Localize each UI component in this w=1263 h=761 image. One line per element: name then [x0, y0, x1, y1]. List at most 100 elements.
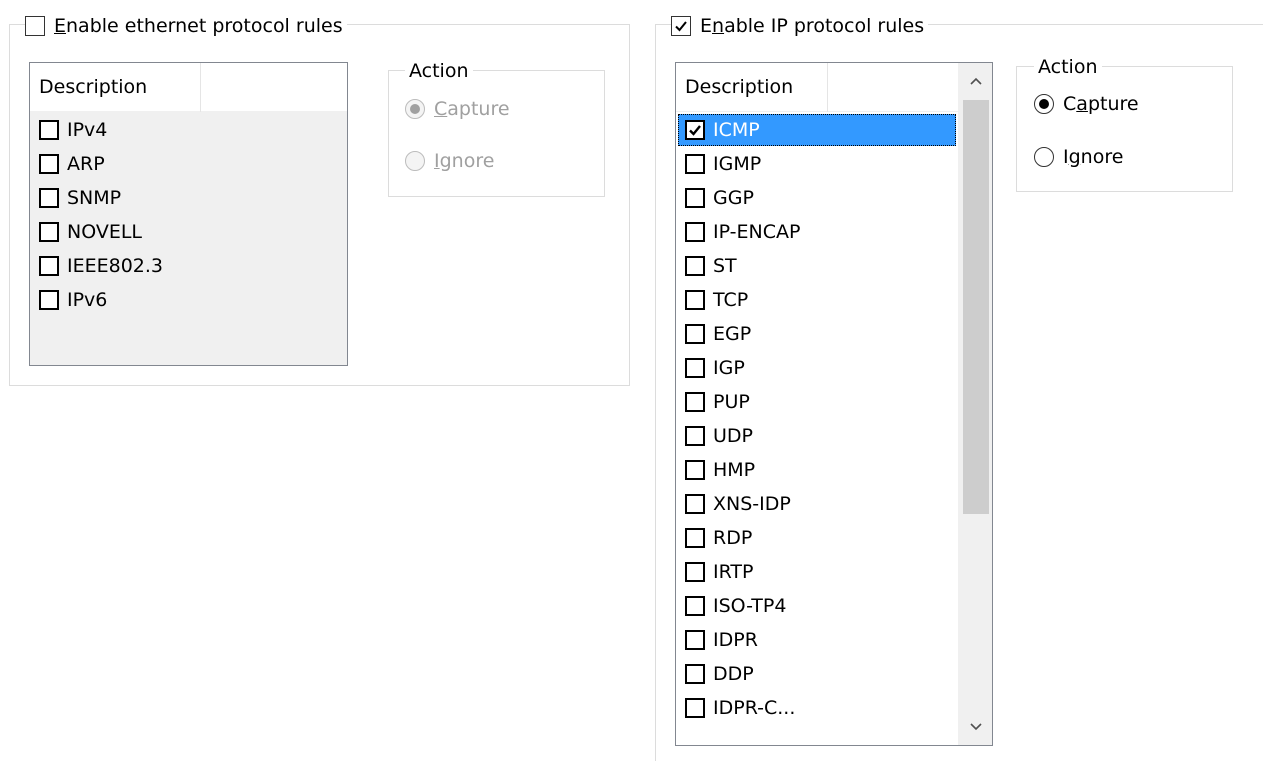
- radio-selected-dot: [410, 104, 420, 114]
- list-item[interactable]: UDP: [678, 420, 956, 452]
- item-label: IGMP: [713, 153, 762, 175]
- list-item[interactable]: SNMP: [32, 182, 192, 214]
- item-checkbox[interactable]: [685, 392, 705, 412]
- item-label: ARP: [67, 153, 105, 175]
- item-checkbox[interactable]: [685, 256, 705, 276]
- ip-capture-radio[interactable]: Capture: [1034, 91, 1139, 117]
- list-item[interactable]: EGP: [678, 318, 956, 350]
- ethernet-enable-checkbox-box[interactable]: [25, 16, 45, 36]
- enable-ethernet-rules-checkbox[interactable]: Enable ethernet protocol rules: [25, 14, 347, 38]
- chevron-down-icon: [970, 723, 982, 731]
- ethernet-capture-radio[interactable]: Capture: [405, 96, 510, 122]
- list-item[interactable]: ARP: [32, 148, 192, 180]
- list-item[interactable]: IPv6: [32, 284, 192, 316]
- list-item[interactable]: GGP: [678, 182, 956, 214]
- item-label: SNMP: [67, 187, 122, 209]
- chevron-up-icon: [970, 77, 982, 85]
- item-checkbox[interactable]: [39, 188, 59, 208]
- item-checkbox[interactable]: [39, 222, 59, 242]
- list-item[interactable]: IDPR-C...: [678, 692, 956, 724]
- item-checkbox[interactable]: [685, 426, 705, 446]
- list-item[interactable]: NOVELL: [32, 216, 192, 248]
- list-item[interactable]: ST: [678, 250, 956, 282]
- item-label: IPv6: [67, 289, 108, 311]
- item-checkbox[interactable]: [685, 664, 705, 684]
- list-item[interactable]: IDPR: [678, 624, 956, 656]
- item-checkbox[interactable]: [39, 256, 59, 276]
- checkmark-icon: [675, 21, 687, 32]
- radio-button[interactable]: [1034, 94, 1054, 114]
- list-item[interactable]: ISO-TP4: [678, 590, 956, 622]
- list-item[interactable]: TCP: [678, 284, 956, 316]
- item-checkbox[interactable]: [685, 358, 705, 378]
- item-label: IRTP: [713, 561, 754, 583]
- enable-ip-rules-checkbox[interactable]: Enable IP protocol rules: [671, 14, 929, 38]
- radio-button[interactable]: [1034, 147, 1054, 167]
- item-label: XNS-IDP: [713, 493, 791, 515]
- ignore-label: Ignore: [434, 150, 495, 172]
- item-label: RDP: [713, 527, 753, 549]
- radio-button[interactable]: [405, 99, 425, 119]
- item-checkbox[interactable]: [39, 120, 59, 140]
- scroll-up-button[interactable]: [959, 63, 992, 99]
- item-checkbox[interactable]: [685, 494, 705, 514]
- item-checkbox[interactable]: [685, 528, 705, 548]
- item-label: EGP: [713, 323, 752, 345]
- item-label: GGP: [713, 187, 754, 209]
- list-item[interactable]: IPv4: [32, 114, 192, 146]
- enable-ethernet-rules-label: Enable ethernet protocol rules: [54, 15, 343, 37]
- enable-ip-rules-label: Enable IP protocol rules: [700, 15, 925, 37]
- item-label: IPv4: [67, 119, 108, 141]
- ethernet-protocol-list[interactable]: Description IPv4 ARP SNMP NOVELL IEEE802.3 IP…: [29, 62, 348, 366]
- radio-selected-dot: [1039, 99, 1049, 109]
- item-checkbox[interactable]: [685, 120, 705, 140]
- list-item[interactable]: XNS-IDP: [678, 488, 956, 520]
- checkmark-icon: [689, 125, 701, 136]
- item-checkbox[interactable]: [685, 290, 705, 310]
- list-item[interactable]: IP-ENCAP: [678, 216, 956, 248]
- item-checkbox[interactable]: [39, 290, 59, 310]
- ignore-label: Ignore: [1063, 146, 1124, 168]
- item-label: ISO-TP4: [713, 595, 787, 617]
- ip-enable-checkbox-box[interactable]: [671, 16, 691, 36]
- ip-ignore-radio[interactable]: Ignore: [1034, 144, 1123, 170]
- list-item[interactable]: DDP: [678, 658, 956, 690]
- ip-protocol-list[interactable]: Description ICMP IGMP GGP IP-ENCAP ST TCP EGP I…: [675, 62, 993, 746]
- item-checkbox[interactable]: [685, 630, 705, 650]
- list-item[interactable]: IGP: [678, 352, 956, 384]
- radio-button[interactable]: [405, 151, 425, 171]
- item-checkbox[interactable]: [685, 222, 705, 242]
- list-item[interactable]: PUP: [678, 386, 956, 418]
- scroll-thumb[interactable]: [963, 100, 989, 514]
- item-checkbox[interactable]: [685, 698, 705, 718]
- description-column-header[interactable]: Description: [30, 63, 200, 112]
- list-item[interactable]: RDP: [678, 522, 956, 554]
- list-item[interactable]: HMP: [678, 454, 956, 486]
- vertical-scrollbar[interactable]: [958, 63, 992, 745]
- list-item[interactable]: IEEE802.3: [32, 250, 192, 282]
- item-checkbox[interactable]: [685, 154, 705, 174]
- item-checkbox[interactable]: [39, 154, 59, 174]
- item-label: ICMP: [713, 119, 760, 141]
- list-item[interactable]: IGMP: [678, 148, 956, 180]
- description-column-header[interactable]: Description: [676, 63, 827, 112]
- item-checkbox[interactable]: [685, 562, 705, 582]
- scroll-down-button[interactable]: [959, 709, 992, 745]
- ip-rules-group-left-border: [655, 24, 656, 761]
- item-label: IEEE802.3: [67, 255, 164, 277]
- item-checkbox[interactable]: [685, 188, 705, 208]
- item-label: IDPR-C...: [713, 697, 796, 719]
- item-checkbox[interactable]: [685, 324, 705, 344]
- item-checkbox[interactable]: [685, 460, 705, 480]
- item-checkbox[interactable]: [685, 596, 705, 616]
- item-label: IDPR: [713, 629, 758, 651]
- ip-action-group: [1016, 66, 1233, 192]
- ethernet-action-group: [388, 70, 605, 197]
- ethernet-ignore-radio[interactable]: Ignore: [405, 148, 494, 174]
- list-item[interactable]: IRTP: [678, 556, 956, 588]
- ethernet-action-title: Action: [405, 58, 473, 84]
- capture-label: Capture: [434, 98, 510, 120]
- capture-label: Capture: [1063, 93, 1139, 115]
- item-label: PUP: [713, 391, 750, 413]
- list-item[interactable]: ICMP: [678, 114, 956, 146]
